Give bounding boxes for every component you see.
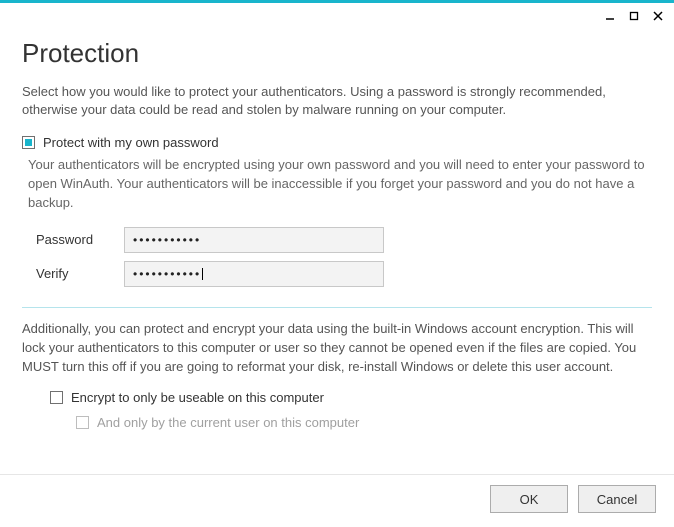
encrypt-computer-checkbox[interactable] — [50, 391, 63, 404]
password-label: Password — [36, 232, 124, 247]
divider — [22, 307, 652, 308]
cancel-button[interactable]: Cancel — [578, 485, 656, 513]
protect-password-checkbox[interactable] — [22, 136, 35, 149]
page-title: Protection — [22, 38, 652, 69]
window-controls — [602, 9, 666, 23]
verify-label: Verify — [36, 266, 124, 281]
current-user-row: And only by the current user on this com… — [76, 415, 652, 430]
dialog-footer: OK Cancel — [0, 474, 674, 527]
encrypt-computer-row: Encrypt to only be useable on this compu… — [50, 390, 652, 405]
titlebar — [0, 0, 674, 10]
maximize-button[interactable] — [626, 9, 642, 23]
minimize-button[interactable] — [602, 9, 618, 23]
close-button[interactable] — [650, 9, 666, 23]
protect-password-description: Your authenticators will be encrypted us… — [28, 156, 652, 213]
encrypt-computer-label: Encrypt to only be useable on this compu… — [71, 390, 324, 405]
current-user-checkbox — [76, 416, 89, 429]
password-form: Password ••••••••••• Verify ••••••••••• — [36, 227, 652, 287]
password-input[interactable]: ••••••••••• — [124, 227, 384, 253]
intro-text: Select how you would like to protect you… — [22, 83, 652, 119]
encryption-description: Additionally, you can protect and encryp… — [22, 320, 652, 377]
protect-password-row: Protect with my own password — [22, 135, 652, 150]
dialog-content: Protection Select how you would like to … — [0, 10, 674, 474]
current-user-label: And only by the current user on this com… — [97, 415, 359, 430]
verify-input[interactable]: ••••••••••• — [124, 261, 384, 287]
ok-button[interactable]: OK — [490, 485, 568, 513]
text-cursor — [202, 268, 203, 280]
protection-dialog: Protection Select how you would like to … — [0, 0, 674, 527]
protect-password-label: Protect with my own password — [43, 135, 219, 150]
